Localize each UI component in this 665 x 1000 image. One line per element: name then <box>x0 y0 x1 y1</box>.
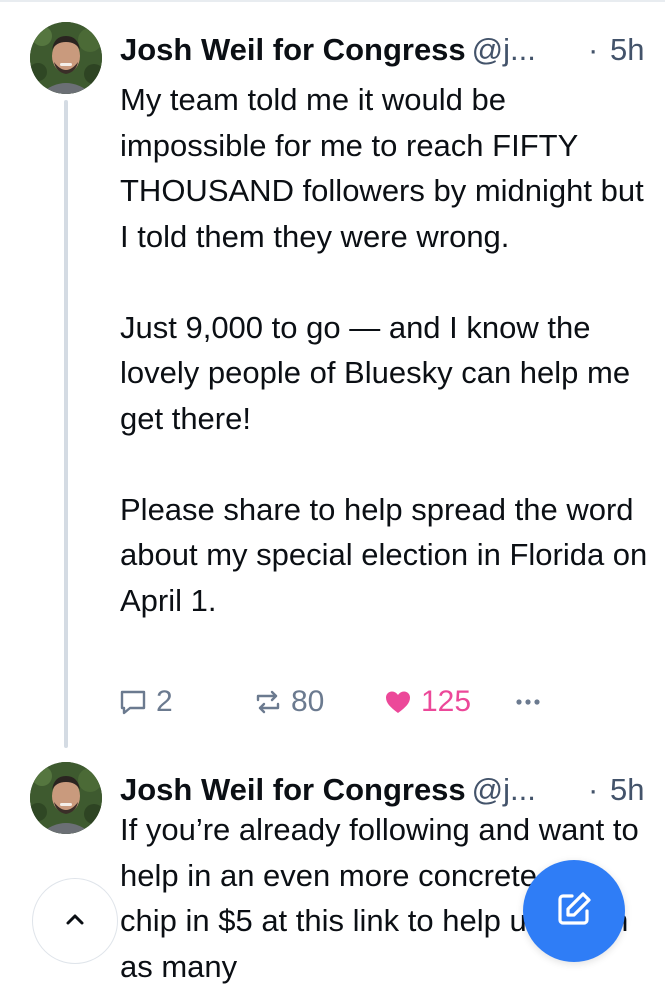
post-paragraph: Please share to help spread the word abo… <box>120 491 648 618</box>
post-paragraph: My team told me it would be impossible f… <box>120 82 644 254</box>
speech-bubble-icon <box>118 687 148 717</box>
post[interactable]: Josh Weil for Congress @j... · 5h My team… <box>0 0 665 748</box>
avatar[interactable] <box>30 762 102 834</box>
post-text: My team told me it would be impossible f… <box>120 77 650 623</box>
handle[interactable]: @j... <box>472 32 536 67</box>
timestamp[interactable]: 5h <box>610 28 644 72</box>
compose-button[interactable] <box>523 860 625 962</box>
repost-button[interactable]: 80 <box>253 680 324 724</box>
chevron-up-icon <box>62 906 88 937</box>
thread-line <box>64 100 68 748</box>
pencil-square-icon <box>552 887 596 936</box>
reply-count: 2 <box>156 685 173 718</box>
post-paragraph: Just 9,000 to go — and I know the lovely… <box>120 309 631 436</box>
separator-dot: · <box>588 772 599 807</box>
handle[interactable]: @j... <box>472 772 536 807</box>
scroll-to-top-button[interactable] <box>32 878 118 964</box>
feed: Josh Weil for Congress @j... · 5h My team… <box>0 0 665 1000</box>
timestamp[interactable]: 5h <box>610 768 644 812</box>
heart-icon <box>383 687 413 717</box>
separator-dot: · <box>588 32 599 67</box>
repost-arrows-icon <box>253 687 283 717</box>
ellipsis-icon <box>513 687 543 717</box>
display-name[interactable]: Josh Weil for Congress <box>120 772 466 807</box>
more-options-button[interactable] <box>513 680 543 724</box>
repost-count: 80 <box>291 685 325 718</box>
like-count: 125 <box>421 685 472 718</box>
post-header: Josh Weil for Congress @j... · 5h <box>120 28 650 72</box>
reply-button[interactable]: 2 <box>118 680 173 724</box>
display-name[interactable]: Josh Weil for Congress <box>120 32 466 67</box>
avatar[interactable] <box>30 22 102 94</box>
post-actions: 2 80 125 <box>118 680 548 724</box>
post-header: Josh Weil for Congress @j... · 5h <box>120 768 650 812</box>
like-button[interactable]: 125 <box>383 680 471 724</box>
